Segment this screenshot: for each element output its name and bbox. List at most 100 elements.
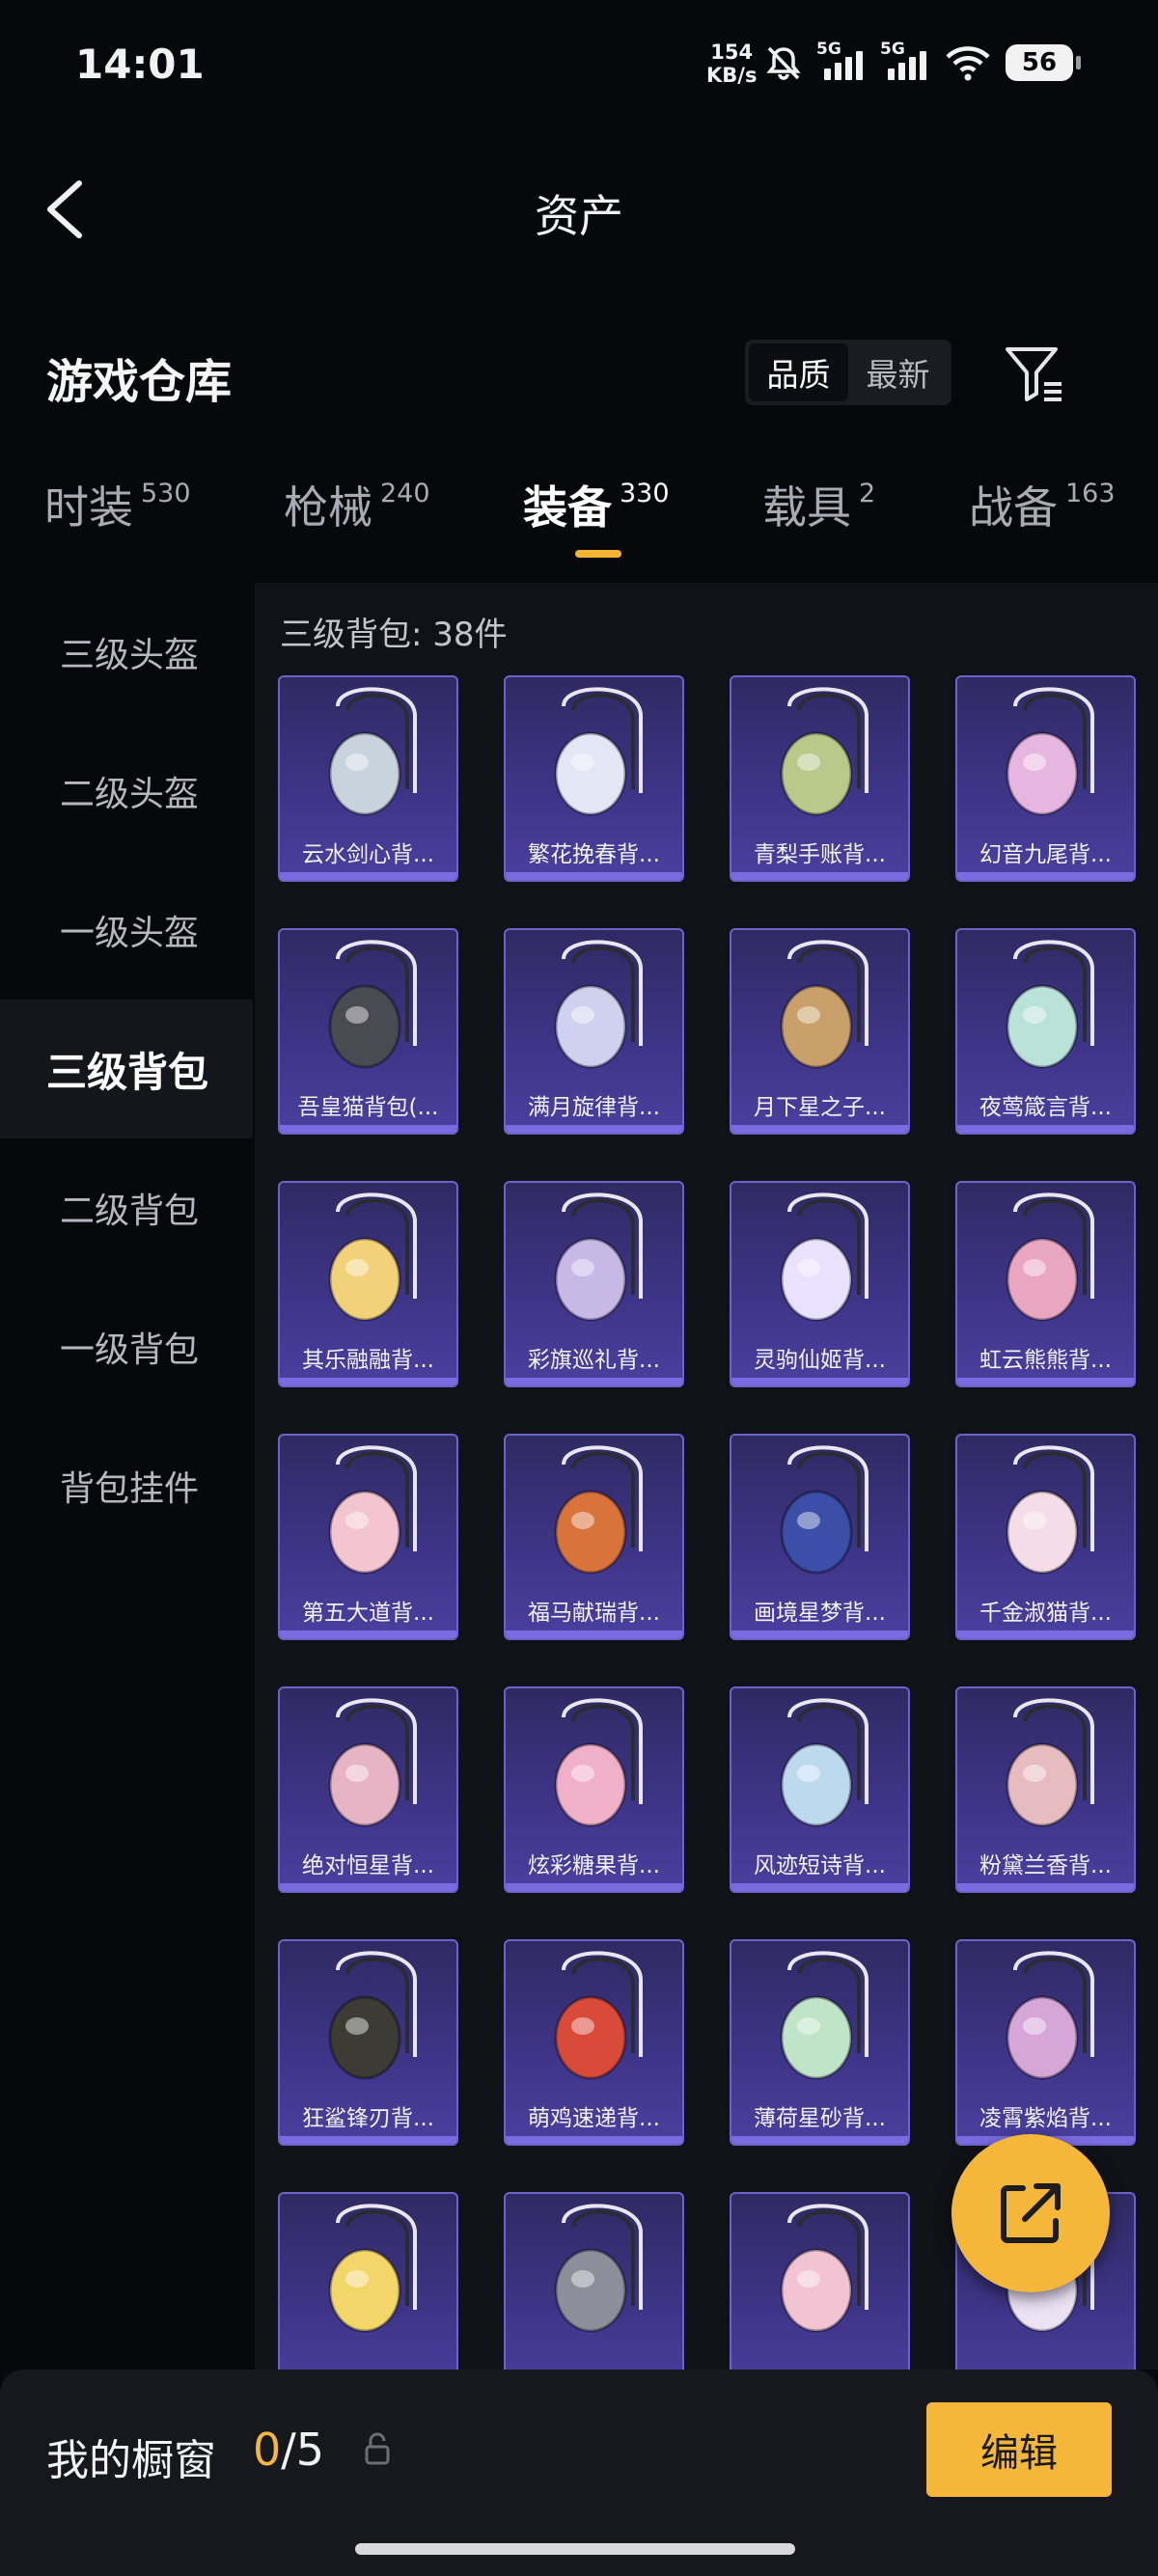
status-icons: 5G 5G 56 — [764, 39, 1081, 87]
item-card[interactable]: 萌鸡速递背... — [504, 1939, 684, 2146]
item-name: 虹云熊熊背... — [979, 1348, 1112, 1373]
item-card[interactable]: 灵驹仙姬背... — [730, 1181, 910, 1387]
tab-vehicles[interactable]: 载具 2 — [762, 473, 875, 536]
item-count-heading: 三级背包: 38件 — [280, 616, 508, 654]
backpack-icon — [1006, 940, 1094, 1069]
backpack-icon — [554, 2204, 643, 2333]
item-card[interactable] — [278, 2192, 458, 2370]
item-card[interactable]: 第五大道背... — [278, 1434, 458, 1640]
item-card[interactable]: 吾皇猫背包(... — [278, 928, 458, 1135]
item-name: 云水剑心背... — [302, 842, 434, 867]
sidebar-item-lv2-helmet[interactable]: 二级头盔 — [0, 722, 253, 861]
item-name: 彩旗巡礼背... — [528, 1348, 660, 1373]
sidebar-item-lv1-backpack[interactable]: 一级背包 — [0, 1277, 253, 1416]
item-card[interactable]: 粉黛兰香背... — [955, 1686, 1136, 1893]
item-card[interactable]: 狂鲨锋刃背... — [278, 1939, 458, 2146]
active-tab-indicator — [575, 550, 621, 558]
tab-label: 装备 — [523, 481, 612, 534]
showcase-count-current: 0 — [253, 2424, 282, 2476]
item-name: 青梨手账背... — [754, 842, 886, 867]
backpack-icon — [780, 940, 868, 1069]
mute-icon — [766, 46, 801, 80]
subcategory-sidebar: 三级头盔 二级头盔 一级头盔 三级背包 二级背包 一级背包 背包挂件 — [0, 583, 253, 1555]
item-card[interactable]: 凌霄紫焰背... — [955, 1939, 1136, 2146]
item-card[interactable]: 幻音九尾背... — [955, 675, 1136, 882]
share-button[interactable] — [951, 2134, 1110, 2292]
backpack-icon — [780, 1698, 868, 1827]
tab-label: 时装 — [44, 481, 133, 534]
status-time: 14:01 — [75, 41, 205, 88]
item-card[interactable]: 福马献瑞背... — [504, 1434, 684, 1640]
item-card[interactable]: 虹云熊熊背... — [955, 1181, 1136, 1387]
quality-stripe — [957, 1125, 1134, 1133]
item-card[interactable]: 月下星之子... — [730, 928, 910, 1135]
backpack-icon — [328, 1951, 417, 2080]
sort-option-latest[interactable]: 最新 — [848, 343, 948, 401]
item-name: 月下星之子... — [754, 1095, 886, 1120]
item-name — [731, 2354, 908, 2370]
tab-fashion[interactable]: 时装 530 — [44, 473, 191, 536]
item-card[interactable]: 绝对恒星背... — [278, 1686, 458, 1893]
filter-icon[interactable] — [1002, 342, 1069, 405]
tab-count: 530 — [141, 479, 191, 508]
backpack-icon — [328, 1698, 417, 1827]
tab-label: 战备 — [969, 481, 1058, 534]
tab-guns[interactable]: 枪械 240 — [284, 473, 430, 536]
quality-stripe — [731, 2136, 908, 2144]
item-card[interactable]: 繁花挽春背... — [504, 675, 684, 882]
item-name: 吾皇猫背包(... — [297, 1095, 439, 1120]
sidebar-item-backpack-charm[interactable]: 背包挂件 — [0, 1416, 253, 1555]
sidebar-item-lv1-helmet[interactable]: 一级头盔 — [0, 861, 253, 1000]
backpack-icon — [1006, 1951, 1094, 2080]
quality-stripe — [731, 1883, 908, 1891]
item-card[interactable]: 千金淑猫背... — [955, 1434, 1136, 1640]
item-name: 萌鸡速递背... — [528, 2106, 660, 2131]
tab-equipment[interactable]: 装备 330 — [523, 473, 670, 536]
sort-option-quality[interactable]: 品质 — [749, 343, 848, 401]
item-card[interactable]: 风迹短诗背... — [730, 1686, 910, 1893]
quality-stripe — [731, 1378, 908, 1385]
sidebar-item-lv3-backpack[interactable]: 三级背包 — [0, 1000, 253, 1138]
backpack-icon — [328, 687, 417, 816]
quality-stripe — [506, 1378, 682, 1385]
item-grid: 云水剑心背... 繁花挽春背... 青梨手账背... 幻音九尾背... 吾皇猫背包(..… — [278, 675, 1136, 2370]
item-card[interactable]: 其乐融融背... — [278, 1181, 458, 1387]
item-card[interactable]: 薄荷星砂背... — [730, 1939, 910, 2146]
item-name: 福马献瑞背... — [528, 1601, 660, 1626]
backpack-icon — [780, 687, 868, 816]
item-name: 满月旋律背... — [528, 1095, 660, 1120]
item-card[interactable]: 夜莺箴言背... — [955, 928, 1136, 1135]
item-name: 第五大道背... — [302, 1601, 434, 1626]
backpack-icon — [554, 1192, 643, 1322]
item-card[interactable]: 云水剑心背... — [278, 675, 458, 882]
quality-stripe — [280, 1883, 456, 1891]
home-indicator[interactable] — [355, 2543, 795, 2555]
item-panel: 三级背包: 38件 云水剑心背... 繁花挽春背... 青梨手账背... 幻音九尾背.… — [255, 583, 1158, 2370]
signal-1-label: 5G — [816, 40, 841, 59]
share-icon — [1001, 2183, 1061, 2243]
wifi-icon — [946, 46, 990, 81]
item-card[interactable]: 青梨手账背... — [730, 675, 910, 882]
item-name: 炫彩糖果背... — [528, 1853, 660, 1878]
backpack-icon — [328, 1192, 417, 1322]
showcase-count: 0/5 — [253, 2424, 324, 2476]
tab-count: 330 — [620, 479, 670, 508]
item-card[interactable]: 满月旋律背... — [504, 928, 684, 1135]
tab-combat-gear[interactable]: 战备 163 — [969, 473, 1116, 536]
sidebar-item-lv2-backpack[interactable]: 二级背包 — [0, 1138, 253, 1277]
network-speed-unit: KB/s — [706, 64, 758, 87]
quality-stripe — [280, 1378, 456, 1385]
item-card[interactable] — [730, 2192, 910, 2370]
item-card[interactable] — [504, 2192, 684, 2370]
backpack-icon — [1006, 1698, 1094, 1827]
item-card[interactable]: 画境星梦背... — [730, 1434, 910, 1640]
quality-stripe — [280, 1125, 456, 1133]
backpack-icon — [328, 2204, 417, 2333]
item-name: 凌霄紫焰背... — [979, 2106, 1112, 2131]
item-name: 千金淑猫背... — [979, 1601, 1112, 1626]
edit-button[interactable]: 编辑 — [926, 2402, 1112, 2497]
backpack-icon — [780, 1192, 868, 1322]
sidebar-item-lv3-helmet[interactable]: 三级头盔 — [0, 583, 253, 722]
item-card[interactable]: 炫彩糖果背... — [504, 1686, 684, 1893]
item-card[interactable]: 彩旗巡礼背... — [504, 1181, 684, 1387]
